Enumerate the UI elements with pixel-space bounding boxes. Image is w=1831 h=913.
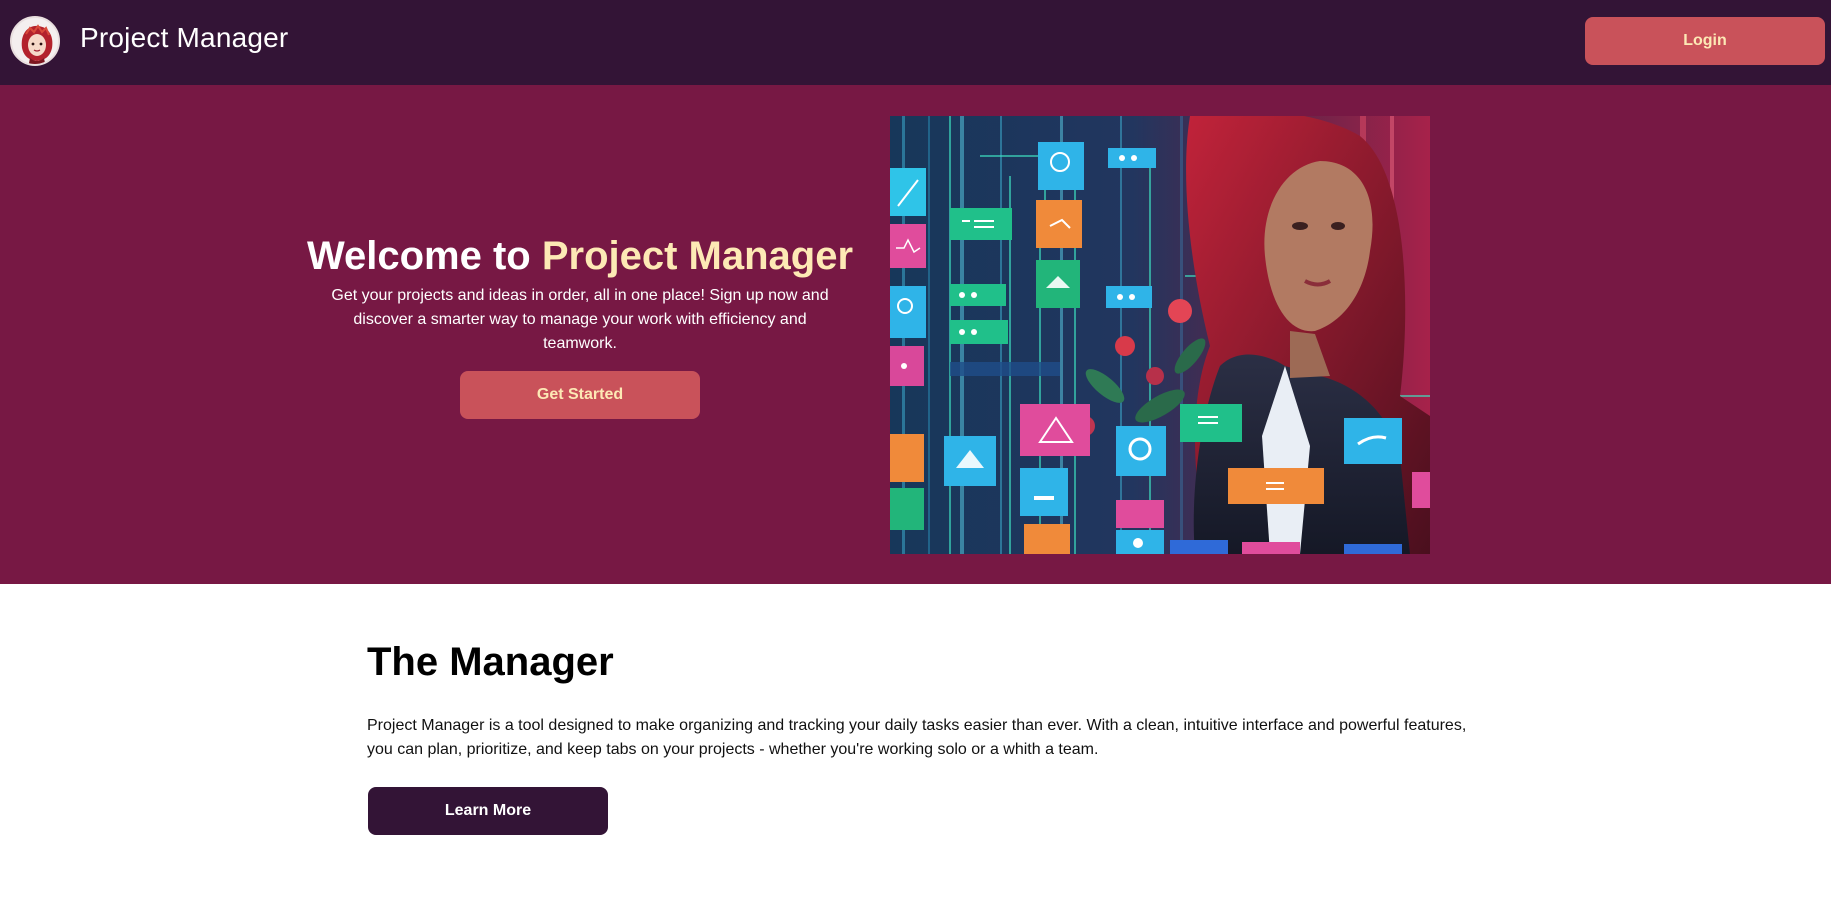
top-navbar: Project Manager Login <box>0 0 1831 85</box>
learn-more-button[interactable]: Learn More <box>368 787 608 835</box>
login-button[interactable]: Login <box>1585 17 1825 65</box>
hero-illustration-icon <box>890 116 1430 554</box>
get-started-button[interactable]: Get Started <box>460 371 700 419</box>
hero-title: Welcome to Project Manager <box>300 230 860 282</box>
hero-title-accent: Project Manager <box>541 234 854 278</box>
logo-avatar-icon[interactable] <box>10 16 60 66</box>
hero-text-block: Welcome to Project Manager Get your proj… <box>300 230 860 356</box>
hero-subtitle: Get your projects and ideas in order, al… <box>331 287 829 352</box>
about-description: Project Manager is a tool designed to ma… <box>367 717 1467 758</box>
hero-section: Welcome to Project Manager Get your proj… <box>0 85 1831 584</box>
about-section: The Manager Project Manager is a tool de… <box>0 584 1831 913</box>
hero-title-prefix: Welcome to <box>306 234 542 278</box>
about-title: The Manager <box>367 640 614 684</box>
app-title: Project Manager <box>80 22 289 53</box>
